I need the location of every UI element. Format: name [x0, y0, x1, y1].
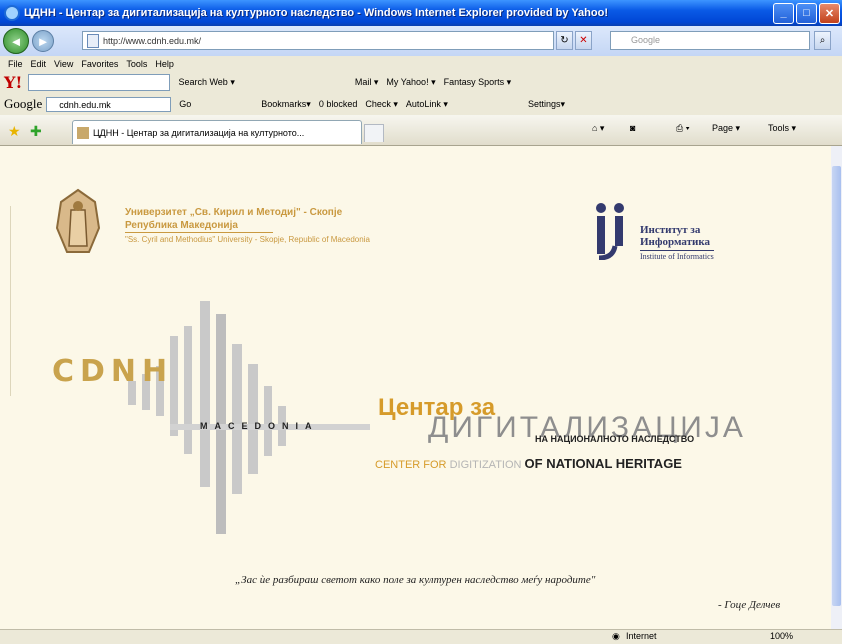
fantasy-sports-button[interactable]: Fantasy Sports ▾ — [444, 77, 512, 88]
site-favicon — [77, 126, 89, 139]
yahoo-mail-button[interactable]: Mail ▾ — [355, 77, 379, 88]
tab-bar: ★ ✚ ЦДНН - Центар за дигитализација на к… — [0, 115, 842, 146]
menu-edit[interactable]: Edit — [31, 59, 47, 69]
institute-logo-icon — [596, 203, 624, 260]
internet-zone-icon: ◉ — [612, 631, 620, 641]
google-toolbar: Google cdnh.edu.mk Go Bookmarks▾ 0 block… — [0, 93, 842, 115]
university-country-mk: Република Македонија — [125, 219, 273, 233]
page-icon — [87, 33, 99, 48]
yahoo-search-web-button[interactable]: Search Web ▾ — [178, 77, 234, 88]
address-toolbar: ◄ ► http://www.cdnh.edu.mk/ ↻ ✕ Google ⌕ — [0, 26, 842, 56]
zoom-level[interactable]: 100% — [770, 631, 793, 641]
macedonia-text: MACEDONIA — [200, 421, 319, 431]
page-menu-button[interactable]: Page ▾ — [712, 123, 740, 134]
center-title-en: CENTER FOR DIGITIZATION OF NATIONAL HERI… — [375, 456, 682, 471]
status-bar: ◉ Internet 100% — [0, 629, 842, 644]
popup-blocked-button[interactable]: 0 blocked — [319, 99, 358, 109]
new-tab-button[interactable] — [364, 124, 384, 142]
institute-line2: Информатика — [640, 236, 711, 248]
stop-button[interactable]: ✕ — [575, 31, 592, 50]
google-search-input[interactable]: cdnh.edu.mk — [46, 96, 172, 112]
back-button[interactable]: ◄ — [3, 28, 29, 54]
center-en-part3: OF NATIONAL HERITAGE — [524, 456, 682, 471]
scrollbar-thumb[interactable] — [832, 166, 841, 606]
title-bar: ЦДНН - Центар за дигитализација на култу… — [0, 0, 842, 26]
google-bookmarks-button[interactable]: Bookmarks▾ — [261, 99, 311, 110]
google-settings-button[interactable]: Settings▾ — [528, 99, 565, 110]
menu-bar: File Edit View Favorites Tools Help — [0, 56, 842, 71]
institute-name-en: Institute of Informatics — [640, 250, 714, 261]
google-logo: Google — [4, 96, 43, 111]
menu-help[interactable]: Help — [155, 59, 174, 69]
tab-title: ЦДНН - Центар за дигитализација на култу… — [93, 127, 305, 138]
institute-heading[interactable]: Институт за Информатика Institute of Inf… — [640, 224, 714, 263]
minimize-button[interactable]: _ — [773, 2, 794, 24]
menu-tools[interactable]: Tools — [126, 59, 147, 69]
menu-view[interactable]: View — [54, 59, 73, 69]
autolink-button[interactable]: AutoLink ▾ — [406, 99, 448, 110]
yahoo-logo[interactable]: Y! — [4, 73, 22, 92]
institute-line1: Институт за — [640, 224, 701, 236]
menu-favorites[interactable]: Favorites — [81, 59, 118, 69]
national-heritage-mk: НА НАЦИОНАЛНОТО НАСЛЕДСТВО — [535, 434, 695, 444]
spell-check-button[interactable]: Check ▾ — [365, 99, 398, 110]
waveform-bars-graphic — [128, 301, 370, 534]
university-seal-icon — [55, 188, 101, 253]
ie-icon — [4, 5, 20, 21]
yahoo-search-input[interactable] — [28, 73, 171, 91]
center-en-part1: CENTER FOR — [375, 459, 447, 471]
address-field[interactable]: http://www.cdnh.edu.mk/ — [82, 31, 554, 50]
refresh-button[interactable]: ↻ — [556, 31, 573, 50]
my-yahoo-button[interactable]: My Yahoo! ▾ — [386, 77, 435, 88]
search-button[interactable]: ⌕ — [814, 31, 831, 50]
maximize-button[interactable]: □ — [796, 2, 817, 24]
google-go-button[interactable]: Go — [179, 99, 191, 109]
menu-file[interactable]: File — [8, 59, 23, 69]
add-favorites-icon[interactable]: ✚ — [30, 123, 42, 140]
center-en-part2: DIGITIZATION — [449, 459, 522, 471]
yahoo-toolbar: Y! Search Web ▾ Mail ▾ My Yahoo! ▾ Fanta… — [0, 71, 842, 93]
search-input[interactable]: Google — [610, 31, 810, 50]
university-name-mk: Универзитет „Св. Кирил и Методиј" - Скоп… — [125, 207, 343, 218]
zone-label: Internet — [626, 631, 657, 641]
favorites-star-icon[interactable]: ★ — [8, 123, 21, 140]
feeds-icon[interactable]: ◙ — [630, 123, 635, 133]
tab-cdnh[interactable]: ЦДНН - Центар за дигитализација на култу… — [72, 120, 362, 144]
university-name-en: "Ss. Cyril and Methodius" University - S… — [125, 235, 370, 244]
print-icon[interactable]: ⎙ ▾ — [676, 123, 689, 134]
cdnh-logo-text: CDNH — [52, 354, 174, 389]
side-rule — [10, 206, 21, 396]
address-url: http://www.cdnh.edu.mk/ — [103, 35, 202, 46]
vertical-scrollbar[interactable] — [831, 146, 842, 629]
forward-button[interactable]: ► — [32, 30, 54, 52]
quote-text: „Зас ѝе разбираш светот како поле за кул… — [235, 574, 596, 586]
university-heading[interactable]: Универзитет „Св. Кирил и Методиј" - Скоп… — [125, 206, 370, 246]
web-page: Универзитет „Св. Кирил и Методиј" - Скоп… — [0, 146, 831, 629]
close-button[interactable]: ✕ — [819, 2, 840, 24]
tools-menu-button[interactable]: Tools ▾ — [768, 123, 796, 134]
home-icon[interactable]: ⌂ ▾ — [592, 123, 604, 134]
quote-author: - Гоце Делчев — [718, 599, 781, 611]
window-title: ЦДНН - Центар за дигитализација на култу… — [24, 7, 608, 19]
